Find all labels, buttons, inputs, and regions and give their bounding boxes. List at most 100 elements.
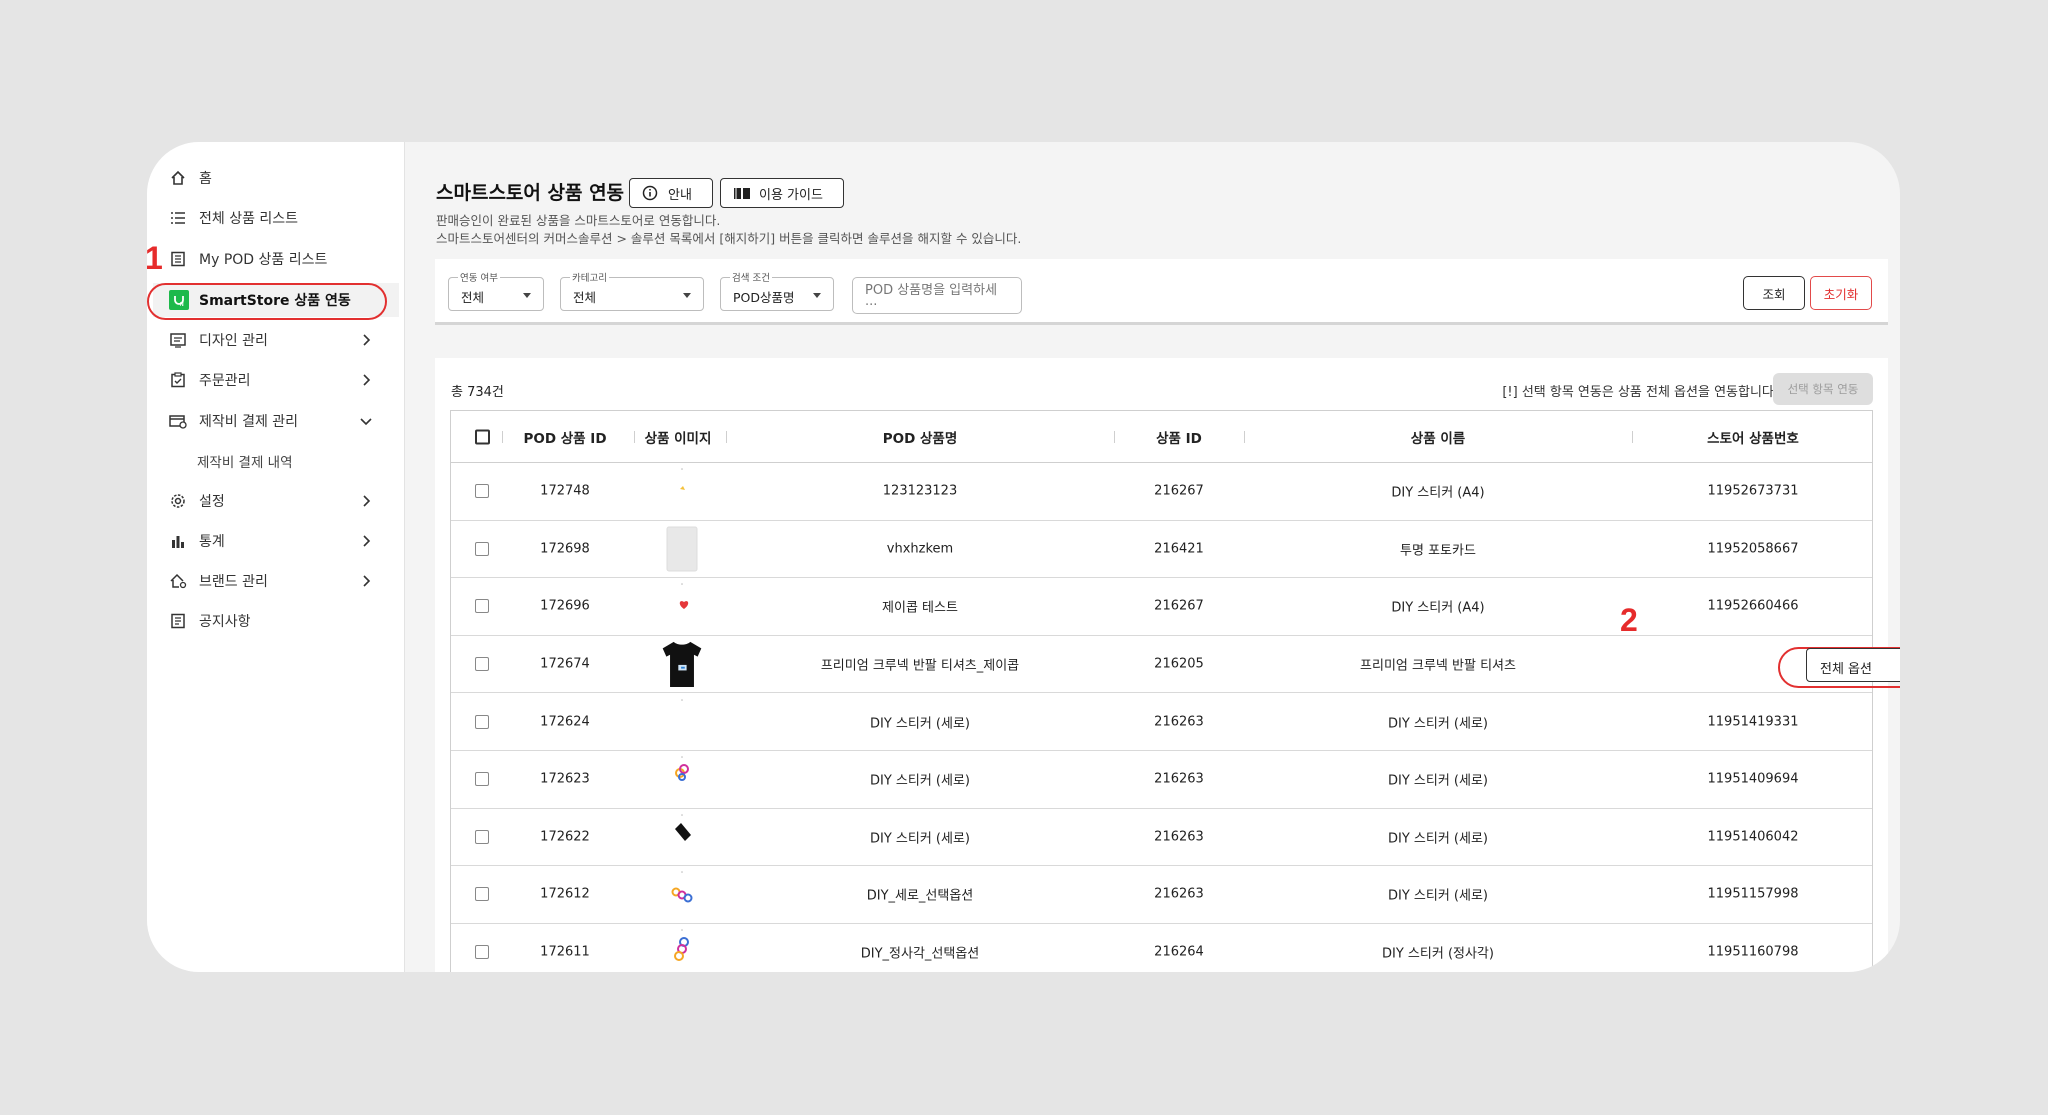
product-thumbnail (659, 580, 705, 632)
product-name-cell: DIY 스티커 (정사각) (1382, 946, 1494, 962)
list-icon (169, 209, 187, 227)
product-thumbnail (659, 753, 705, 805)
product-name-cell: 투명 포토카드 (1400, 543, 1476, 559)
store-no-cell: 11951160798 (1707, 944, 1799, 960)
sidebar-item-payment-history[interactable]: 제작비 결제 내역 (197, 444, 427, 478)
search-condition-select[interactable]: 검색 조건 POD상품명 (720, 270, 834, 311)
product-name-cell: DIY 스티커 (A4) (1391, 485, 1485, 501)
sidebar-item-notice[interactable]: 공지사항 (169, 604, 399, 638)
product-thumbnail (659, 638, 705, 690)
sidebar-item-label: 제작비 결제 내역 (197, 455, 293, 471)
sidebar-item-home[interactable]: 홈 (169, 161, 399, 195)
table-row[interactable]: 172674 프리미엄 크루넥 반팔 티셔츠_제이콥 216205 프리미엄 크루넥 … (451, 636, 1872, 694)
product-id-cell: 216421 (1154, 541, 1204, 557)
sidebar-item-payment[interactable]: 제작비 결제 관리 (169, 404, 399, 438)
option-select[interactable]: 전체 옵션 (1806, 648, 1900, 682)
sidebar: 홈 전체 상품 리스트 My POD 상품 리스트 N SmartStore 상… (147, 142, 405, 972)
column-divider (1632, 430, 1633, 443)
sidebar-item-orders[interactable]: 주문관리 (169, 363, 399, 397)
link-status-select[interactable]: 연동 여부 전체 (448, 270, 544, 311)
reset-button[interactable]: 초기화 (1810, 276, 1872, 310)
guide-button[interactable]: 이용 가이드 (720, 178, 844, 208)
store-no-cell: 11951409694 (1707, 771, 1799, 787)
product-name-cell: DIY 스티커 (세로) (1388, 888, 1488, 904)
pod-name-cell: DIY 스티커 (세로) (870, 773, 970, 789)
sidebar-item-label: 제작비 결제 관리 (199, 414, 299, 430)
chevron-right-icon (357, 331, 375, 349)
product-table: POD 상품 ID 상품 이미지 POD 상품명 상품 ID 상품 이름 스토어… (450, 410, 1873, 972)
row-checkbox[interactable] (475, 599, 489, 614)
sidebar-item-label: 주문관리 (199, 373, 251, 389)
pod-id-cell: 172674 (540, 656, 590, 672)
store-no-cell: 11952660466 (1707, 598, 1799, 614)
pod-id-cell: 172622 (540, 829, 590, 845)
column-divider (502, 430, 503, 443)
table-row[interactable]: 172611 DIY_정사각_선택옵션 216264 DIY 스티커 (정사각) 119… (451, 924, 1872, 972)
table-row[interactable]: 172612 DIY_세로_선택옵션 216263 DIY 스티커 (세로) 11951… (451, 866, 1872, 924)
store-no-cell: 11952058667 (1707, 541, 1799, 557)
store-no-cell: 11952673731 (1707, 483, 1799, 499)
guide-button-label: 이용 가이드 (759, 187, 823, 203)
row-checkbox[interactable] (475, 541, 489, 556)
sidebar-item-all-products[interactable]: 전체 상품 리스트 (169, 201, 399, 235)
row-checkbox[interactable] (475, 887, 489, 902)
column-header-product-name: 상품 이름 (1410, 430, 1466, 447)
pod-id-cell: 172748 (540, 483, 590, 499)
bar-chart-icon (169, 532, 187, 550)
pod-name-cell: DIY 스티커 (세로) (870, 831, 970, 847)
product-name-cell: DIY 스티커 (세로) (1388, 831, 1488, 847)
sidebar-item-stats[interactable]: 통계 (169, 524, 399, 558)
sidebar-item-design[interactable]: 디자인 관리 (169, 323, 399, 357)
product-id-cell: 216263 (1154, 771, 1204, 787)
column-header-image: 상품 이미지 (644, 430, 712, 447)
chevron-right-icon (357, 371, 375, 389)
table-row[interactable]: 172622 DIY 스티커 (세로) 216263 DIY 스티커 (세로) 1195… (451, 809, 1872, 867)
column-divider (1244, 430, 1245, 443)
sidebar-item-label: My POD 상품 리스트 (199, 252, 328, 268)
page-description-1: 판매승인이 완료된 상품을 스마트스토어로 연동합니다. (436, 213, 721, 228)
row-checkbox[interactable] (475, 945, 489, 960)
store-no-cell: 11951406042 (1707, 829, 1799, 845)
chevron-right-icon (357, 532, 375, 550)
store-no-cell: 11951157998 (1707, 886, 1799, 902)
pod-id-cell: 172698 (540, 541, 590, 557)
sidebar-item-my-pod-list[interactable]: My POD 상품 리스트 (169, 242, 399, 276)
category-select[interactable]: 카테고리 전체 (560, 270, 704, 311)
sidebar-item-brand[interactable]: 브랜드 관리 (169, 564, 399, 598)
sidebar-item-label: 통계 (199, 534, 225, 550)
table-row[interactable]: 172623 DIY 스티커 (세로) 216263 DIY 스티커 (세로) 1195… (451, 751, 1872, 809)
product-id-cell: 216205 (1154, 656, 1204, 672)
chevron-right-icon (357, 572, 375, 590)
row-checkbox[interactable] (475, 772, 489, 787)
product-thumbnail (659, 696, 705, 748)
select-label: 검색 조건 (730, 270, 772, 284)
pod-id-cell: 172696 (540, 598, 590, 614)
product-name-cell: DIY 스티커 (세로) (1388, 716, 1488, 732)
table-row[interactable]: 172696 제이콥 테스트 216267 DIY 스티커 (A4) 119526604… (451, 578, 1872, 636)
sidebar-item-settings[interactable]: 설정 (169, 484, 399, 518)
column-header-store-no: 스토어 상품번호 (1707, 430, 1799, 447)
row-checkbox[interactable] (475, 657, 489, 672)
search-button[interactable]: 조회 (1743, 276, 1805, 310)
app-window: 홈 전체 상품 리스트 My POD 상품 리스트 N SmartStore 상… (147, 142, 1900, 972)
sidebar-item-label: 전체 상품 리스트 (199, 211, 299, 227)
link-selected-button[interactable]: 선택 항목 연동 (1773, 373, 1873, 405)
select-value: 전체 (461, 290, 485, 305)
select-value: 전체 (573, 290, 597, 305)
info-button[interactable]: 안내 (629, 178, 713, 208)
select-all-checkbox[interactable] (475, 429, 490, 444)
table-row[interactable]: 172698 vhxhzkem 216421 투명 포토카드 11952058667 (451, 521, 1872, 579)
table-row[interactable]: 172624 DIY 스티커 (세로) 216263 DIY 스티커 (세로) 1195… (451, 693, 1872, 751)
table-header-row: POD 상품 ID 상품 이미지 POD 상품명 상품 ID 상품 이름 스토어… (451, 411, 1872, 463)
payment-card-icon (169, 412, 187, 430)
product-name-cell: 프리미엄 크루넥 반팔 티셔츠 (1360, 658, 1516, 674)
column-header-pod-name: POD 상품명 (882, 430, 958, 447)
row-checkbox[interactable] (475, 829, 489, 844)
row-checkbox[interactable] (475, 484, 489, 499)
total-count: 총 734건 (451, 385, 504, 400)
table-row[interactable]: 172748 123123123 216267 DIY 스티커 (A4) 1195267… (451, 463, 1872, 521)
row-checkbox[interactable] (475, 714, 489, 729)
pod-name-cell: DIY 스티커 (세로) (870, 716, 970, 732)
pod-name-cell: DIY_정사각_선택옵션 (860, 946, 980, 962)
search-input[interactable]: POD 상품명을 입력하세··· (852, 277, 1022, 314)
